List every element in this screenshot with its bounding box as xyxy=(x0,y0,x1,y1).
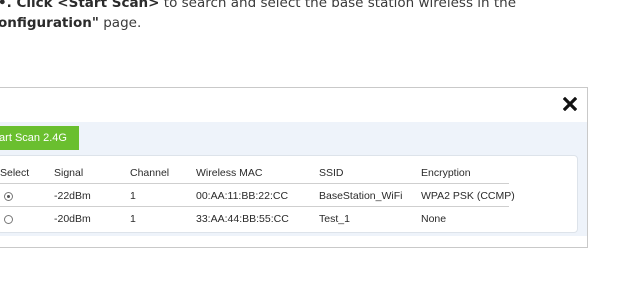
instructions-bullet: •. xyxy=(0,0,12,11)
scan-results-table: Select Signal Channel Wireless MAC SSID … xyxy=(0,155,578,233)
row-1-mac: 00:AA:11:BB:22:CC xyxy=(196,190,289,202)
instructions-line-2-rest: page. xyxy=(98,15,142,31)
instructions-line-1-rest: to search and select the base station wi… xyxy=(159,0,517,11)
row-1-channel: 1 xyxy=(130,190,136,202)
select-radio-row-2[interactable] xyxy=(4,215,13,224)
wireless-scan-dialog: tart Scan 2.4G Select Signal Channel Wir… xyxy=(0,87,588,248)
header-encryption: Encryption xyxy=(421,167,471,179)
row-2-encryption: None xyxy=(421,213,447,225)
row-divider xyxy=(0,206,509,207)
row-1-ssid: BaseStation_WiFi xyxy=(319,190,403,202)
close-icon[interactable] xyxy=(563,97,577,111)
instructions-line-1: •. Click <Start Scan> to search and sele… xyxy=(0,0,516,13)
row-2-ssid: Test_1 xyxy=(319,213,350,225)
header-channel: Channel xyxy=(130,167,170,179)
header-divider xyxy=(0,183,509,184)
instructions-click-start-scan: Click <Start Scan> xyxy=(16,0,160,11)
row-2-signal: -20dBm xyxy=(54,213,91,225)
row-2-channel: 1 xyxy=(130,213,136,225)
row-1-signal: -22dBm xyxy=(54,190,91,202)
close-button[interactable] xyxy=(559,93,581,115)
header-ssid: SSID xyxy=(319,167,344,179)
instructions-configuration: onfiguration" xyxy=(0,15,99,31)
start-scan-button[interactable]: tart Scan 2.4G xyxy=(0,126,79,150)
row-1-encryption: WPA2 PSK (CCMP) xyxy=(421,190,515,202)
header-select: Select xyxy=(0,167,30,179)
row-2-mac: 33:AA:44:BB:55:CC xyxy=(196,213,289,225)
header-wireless-mac: Wireless MAC xyxy=(196,167,263,179)
start-scan-button-label: tart Scan 2.4G xyxy=(0,132,67,144)
header-signal: Signal xyxy=(54,167,84,179)
instructions-line-2: onfiguration" page. xyxy=(0,13,141,33)
select-radio-row-1[interactable] xyxy=(4,192,13,201)
scan-panel: tart Scan 2.4G Select Signal Channel Wir… xyxy=(0,122,587,236)
